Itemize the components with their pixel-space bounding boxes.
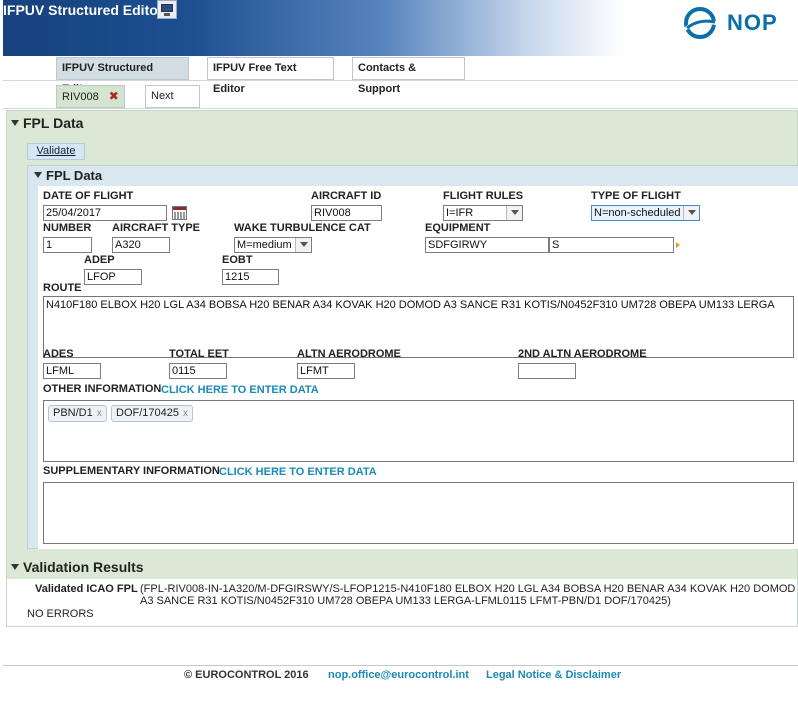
fpl-inner-header[interactable]: FPL Data xyxy=(34,168,102,183)
chevron-down-icon xyxy=(295,238,311,252)
aircraft-id-label: AIRCRAFT ID xyxy=(311,190,382,202)
tab-contacts-support[interactable]: Contacts & Support xyxy=(352,57,465,95)
fpl-section-header[interactable]: FPL Data xyxy=(11,115,83,131)
number-label: NUMBER xyxy=(43,222,92,234)
other-info-tag[interactable]: PBN/D1 x xyxy=(48,405,107,422)
aircraft-id-input[interactable]: RIV008 xyxy=(311,205,382,221)
fpl-outer-section: FPL Data Validate FPL Data DATE OF FLIGH… xyxy=(6,110,798,627)
close-icon[interactable]: ✖ xyxy=(109,86,119,107)
tab-free-text-editor[interactable]: IFPUV Free Text Editor xyxy=(207,57,334,95)
validated-fpl-label: Validated ICAO FPL xyxy=(35,583,138,595)
adep-input[interactable]: LFOP xyxy=(84,269,142,285)
fpl-inner-section: FPL Data DATE OF FLIGHT 25/04/2017 AIRCR… xyxy=(27,165,798,549)
total-eet-label: TOTAL EET xyxy=(169,348,229,360)
document-tabs: RIV008 ✖ Next FPL xyxy=(3,83,798,123)
chevron-down-icon xyxy=(683,206,699,220)
wake-turbulence-label: WAKE TURBULENCE CAT xyxy=(234,222,371,234)
supplementary-info-enter-link[interactable]: CLICK HERE TO ENTER DATA xyxy=(219,466,377,478)
footer-legal-link[interactable]: Legal Notice & Disclaimer xyxy=(486,669,621,681)
main-nav: IFPUV Structured Editor IFPUV Free Text … xyxy=(3,57,798,95)
validate-button[interactable]: Validate xyxy=(27,143,85,160)
equipment-input[interactable]: SDFGIRWY xyxy=(425,237,549,253)
wake-turbulence-select[interactable]: M=medium xyxy=(234,237,312,253)
ades-label: ADES xyxy=(43,348,74,360)
tag-label: PBN/D1 xyxy=(53,407,93,419)
date-of-flight-label: DATE OF FLIGHT xyxy=(43,190,134,202)
wake-turbulence-value: M=medium xyxy=(237,239,292,251)
altn-aerodrome-input[interactable]: LFMT xyxy=(297,363,355,379)
tab-structured-editor[interactable]: IFPUV Structured Editor xyxy=(56,57,189,95)
second-altn-label: 2ND ALTN AERODROME xyxy=(518,348,647,360)
doc-tab-label: RIV008 xyxy=(62,91,99,103)
footer-email-link[interactable]: nop.office@eurocontrol.int xyxy=(328,669,469,681)
other-info-enter-link[interactable]: CLICK HERE TO ENTER DATA xyxy=(161,384,319,396)
type-of-flight-label: TYPE OF FLIGHT xyxy=(591,190,681,202)
fpl-form: DATE OF FLIGHT 25/04/2017 AIRCRAFT ID RI… xyxy=(38,186,798,549)
close-icon[interactable]: x xyxy=(183,408,188,419)
nop-logo: NOP xyxy=(683,6,793,40)
collapse-triangle-icon xyxy=(11,564,19,570)
other-info-label: OTHER INFORMATION xyxy=(43,383,162,395)
collapse-triangle-icon xyxy=(11,120,19,126)
equipment-surveillance-input[interactable]: S xyxy=(549,237,674,253)
altn-aerodrome-label: ALTN AERODROME xyxy=(297,348,401,360)
date-of-flight-input[interactable]: 25/04/2017 xyxy=(43,205,167,221)
type-of-flight-value: N=non-scheduled xyxy=(594,207,681,219)
fpl-inner-title: FPL Data xyxy=(46,168,103,183)
nop-logo-icon xyxy=(684,7,716,39)
calendar-icon[interactable] xyxy=(172,206,187,220)
footer-divider xyxy=(3,665,798,666)
adep-label: ADEP xyxy=(84,254,115,266)
validated-fpl-line1: (FPL-RIV008-IN-1A320/M-DFGIRSWY/S-LFOP12… xyxy=(140,583,796,595)
monitor-icon[interactable] xyxy=(157,0,177,19)
route-textarea[interactable]: N410F180 ELBOX H20 LGL A34 BOBSA H20 BEN… xyxy=(43,296,794,358)
app-title: IFPUV Structured Editor xyxy=(3,2,164,18)
validated-fpl-line2: A3 SANCE R31 KOTIS/N0452F310 UM728 OBEPA… xyxy=(140,595,671,607)
close-icon[interactable]: x xyxy=(97,408,102,419)
aircraft-type-label: AIRCRAFT TYPE xyxy=(112,222,200,234)
app-header: IFPUV Structured Editor NOP xyxy=(0,0,798,57)
tag-label: DOF/170425 xyxy=(116,407,179,419)
eobt-label: EOBT xyxy=(222,254,253,266)
type-of-flight-select[interactable]: N=non-scheduled xyxy=(591,205,700,221)
total-eet-input[interactable]: 0115 xyxy=(169,363,227,379)
validation-body: Validated ICAO FPL (FPL-RIV008-IN-1A320/… xyxy=(7,579,797,626)
eobt-input[interactable]: 1215 xyxy=(222,269,279,285)
supplementary-info-box[interactable] xyxy=(43,482,794,544)
flight-rules-select[interactable]: I=IFR xyxy=(443,205,523,221)
flight-rules-value: I=IFR xyxy=(446,207,474,219)
doc-tab-riv008[interactable]: RIV008 ✖ xyxy=(56,85,125,108)
aircraft-type-input[interactable]: A320 xyxy=(112,237,170,253)
footer-copyright: © EUROCONTROL 2016 xyxy=(184,669,309,681)
chevron-down-icon xyxy=(506,206,522,220)
ades-input[interactable]: LFML xyxy=(43,363,101,379)
doc-tab-next-fpl[interactable]: Next FPL xyxy=(145,85,200,123)
validation-title: Validation Results xyxy=(23,559,144,575)
number-input[interactable]: 1 xyxy=(43,237,92,253)
fpl-section-title: FPL Data xyxy=(23,115,84,131)
validation-status: NO ERRORS xyxy=(27,608,94,620)
logo-text: NOP xyxy=(727,10,778,35)
route-label: ROUTE xyxy=(43,282,82,294)
second-altn-input[interactable] xyxy=(518,363,576,379)
other-info-tag[interactable]: DOF/170425 x xyxy=(111,405,193,422)
supplementary-info-label: SUPPLEMENTARY INFORMATION xyxy=(43,465,220,477)
flight-rules-label: FLIGHT RULES xyxy=(443,190,524,202)
equipment-label: EQUIPMENT xyxy=(425,222,491,234)
expand-arrow-icon[interactable] xyxy=(676,242,680,248)
validation-section-header[interactable]: Validation Results xyxy=(11,559,144,575)
collapse-triangle-icon xyxy=(34,172,42,178)
other-info-box[interactable]: PBN/D1 x DOF/170425 x xyxy=(43,400,794,462)
